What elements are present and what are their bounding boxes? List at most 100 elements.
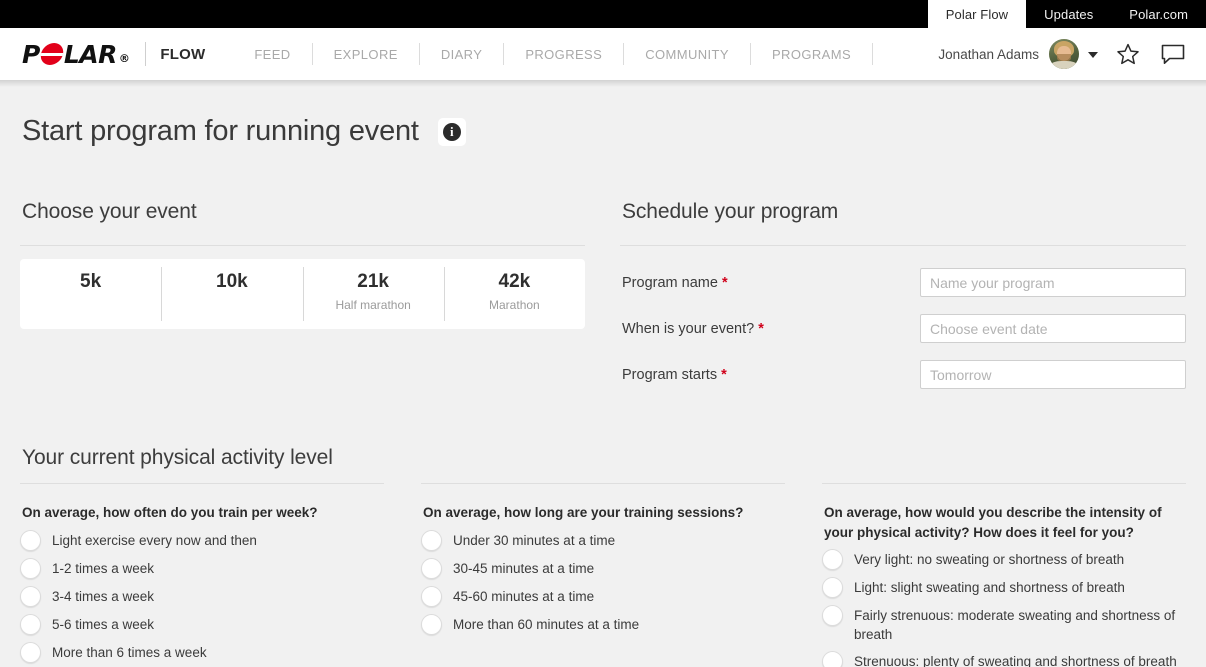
chat-bubble-icon[interactable] [1160, 42, 1186, 66]
radio-button-icon[interactable] [421, 530, 442, 551]
radio-option-more-than-60-min[interactable]: More than 60 minutes at a time [421, 613, 785, 635]
form-row-event-date: When is your event? * [620, 314, 1186, 343]
required-marker: * [721, 367, 727, 383]
question-column-frequency: On average, how often do you train per w… [20, 483, 421, 667]
choose-event-title: Choose your event [20, 200, 585, 224]
info-button[interactable]: i [438, 118, 466, 146]
nav-item-diary[interactable]: DIARY [420, 47, 504, 62]
radio-button-icon[interactable] [822, 577, 843, 598]
event-option-42k[interactable]: 42k Marathon [444, 259, 585, 329]
radio-button-icon[interactable] [20, 558, 41, 579]
header-right-cluster: Jonathan Adams [938, 39, 1186, 69]
choose-event-section: Choose your event 5k 10k 21k Half marath… [20, 200, 585, 406]
form-row-program-name: Program name * [620, 268, 1186, 297]
radio-option-45-60-min[interactable]: 45-60 minutes at a time [421, 585, 785, 607]
radio-option-5-6-times[interactable]: 5-6 times a week [20, 613, 384, 635]
question-title: On average, how often do you train per w… [20, 503, 384, 523]
nav-item-feed[interactable]: FEED [233, 47, 311, 62]
radio-button-icon[interactable] [822, 605, 843, 626]
label-text: When is your event? [622, 321, 754, 337]
radio-option-fairly-strenuous[interactable]: Fairly strenuous: moderate sweating and … [822, 604, 1186, 644]
required-marker: * [722, 275, 728, 291]
schedule-program-section: Schedule your program Program name * Whe… [620, 200, 1186, 406]
schedule-program-title: Schedule your program [620, 200, 1186, 224]
program-starts-input[interactable] [920, 360, 1186, 389]
event-subtitle: Marathon [489, 298, 540, 312]
main-navigation: FEED EXPLORE DIARY PROGRESS COMMUNITY PR… [233, 43, 873, 65]
browser-tab-updates[interactable]: Updates [1026, 0, 1111, 28]
page-title-row: Start program for running event i [20, 80, 1186, 148]
user-name-label: Jonathan Adams [938, 47, 1039, 62]
nav-item-community[interactable]: COMMUNITY [624, 47, 750, 62]
radio-label: More than 60 minutes at a time [453, 613, 639, 634]
event-option-21k[interactable]: 21k Half marathon [303, 259, 444, 329]
event-distance: 10k [216, 272, 248, 293]
radio-option-30-45-min[interactable]: 30-45 minutes at a time [421, 557, 785, 579]
section-divider [20, 245, 585, 246]
page-title: Start program for running event [22, 115, 419, 148]
browser-tab-polar-flow[interactable]: Polar Flow [928, 0, 1026, 28]
question-column-intensity: On average, how would you describe the i… [822, 483, 1186, 667]
polar-logo-wordmark: P LAR ® [22, 42, 129, 67]
radio-button-icon[interactable] [421, 586, 442, 607]
event-distance: 21k [357, 272, 389, 293]
event-subtitle: Half marathon [335, 298, 410, 312]
flow-label: FLOW [160, 46, 205, 63]
nav-item-programs[interactable]: PROGRAMS [751, 47, 872, 62]
section-divider [822, 483, 1186, 484]
radio-button-icon[interactable] [20, 642, 41, 663]
event-date-input[interactable] [920, 314, 1186, 343]
radio-option-1-2-times[interactable]: 1-2 times a week [20, 557, 384, 579]
event-option-card: 5k 10k 21k Half marathon 42k Marathon [20, 259, 585, 329]
program-name-label: Program name * [620, 275, 920, 291]
section-divider [421, 483, 785, 484]
radio-button-icon[interactable] [20, 530, 41, 551]
section-divider [620, 245, 1186, 246]
program-name-input[interactable] [920, 268, 1186, 297]
label-text: Program name [622, 275, 718, 291]
event-distance: 42k [499, 272, 531, 293]
activity-level-section: Your current physical activity level On … [20, 446, 1186, 667]
event-option-10k[interactable]: 10k [161, 259, 302, 329]
radio-option-very-light[interactable]: Very light: no sweating or shortness of … [822, 548, 1186, 570]
browser-tab-polar-com[interactable]: Polar.com [1111, 0, 1206, 28]
nav-separator [872, 43, 873, 65]
event-option-5k[interactable]: 5k [20, 259, 161, 329]
radio-button-icon[interactable] [822, 549, 843, 570]
schedule-form: Program name * When is your event? * Pro… [620, 268, 1186, 389]
logo-divider [145, 42, 146, 66]
radio-button-icon[interactable] [421, 558, 442, 579]
radio-label: 1-2 times a week [52, 557, 154, 578]
nav-item-explore[interactable]: EXPLORE [313, 47, 419, 62]
star-icon[interactable] [1116, 42, 1140, 66]
polar-logo[interactable]: P LAR ® [22, 41, 129, 67]
question-title: On average, how would you describe the i… [822, 503, 1186, 542]
radio-label: Light exercise every now and then [52, 529, 257, 550]
section-divider [20, 483, 384, 484]
avatar[interactable] [1049, 39, 1079, 69]
radio-option-light-exercise[interactable]: Light exercise every now and then [20, 529, 384, 551]
program-starts-label: Program starts * [620, 367, 920, 383]
radio-option-strenuous[interactable]: Strenuous: plenty of sweating and shortn… [822, 650, 1186, 667]
radio-label: 5-6 times a week [52, 613, 154, 634]
radio-button-icon[interactable] [822, 651, 843, 667]
radio-button-icon[interactable] [20, 586, 41, 607]
nav-item-progress[interactable]: PROGRESS [504, 47, 623, 62]
event-distance: 5k [80, 272, 101, 293]
label-text: Program starts [622, 367, 717, 383]
radio-option-under-30-min[interactable]: Under 30 minutes at a time [421, 529, 785, 551]
site-header: P LAR ® FLOW FEED EXPLORE DIARY PROGRESS… [0, 28, 1206, 80]
radio-label: 30-45 minutes at a time [453, 557, 594, 578]
chevron-down-icon[interactable] [1088, 52, 1098, 58]
activity-level-title: Your current physical activity level [20, 446, 1186, 470]
radio-option-3-4-times[interactable]: 3-4 times a week [20, 585, 384, 607]
radio-button-icon[interactable] [421, 614, 442, 635]
event-date-label: When is your event? * [620, 321, 920, 337]
info-icon: i [443, 123, 461, 141]
radio-button-icon[interactable] [20, 614, 41, 635]
radio-option-light[interactable]: Light: slight sweating and shortness of … [822, 576, 1186, 598]
polar-logo-o-icon [39, 43, 65, 65]
polar-logo-registered-mark: ® [119, 53, 130, 64]
radio-option-more-than-6-times[interactable]: More than 6 times a week [20, 641, 384, 663]
radio-label: Fairly strenuous: moderate sweating and … [854, 604, 1186, 644]
